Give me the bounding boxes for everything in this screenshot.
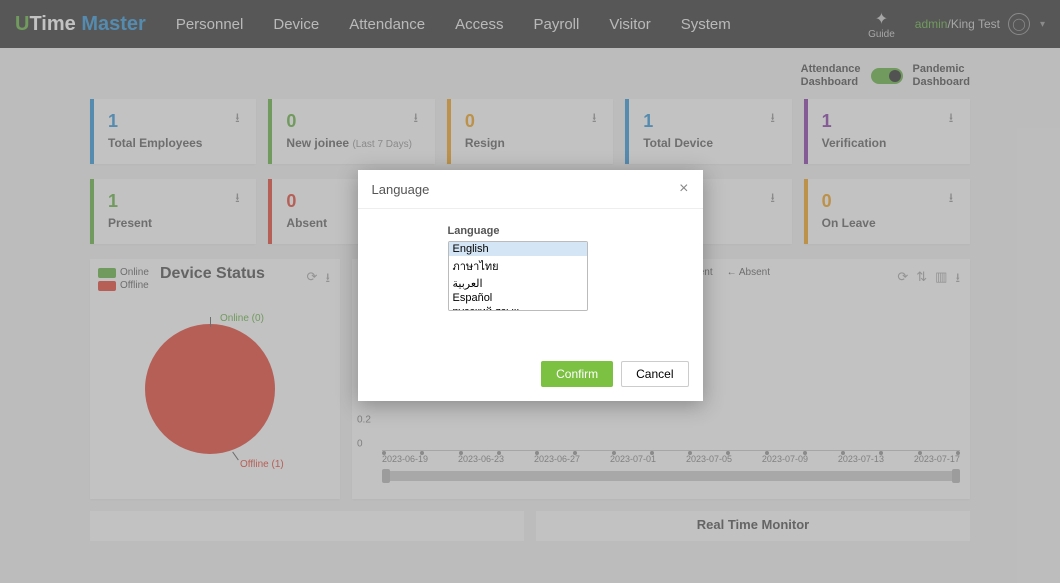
language-option[interactable]: ภาษาไทย [449, 256, 587, 276]
modal-title: Language [372, 182, 430, 197]
language-select[interactable]: English ภาษาไทย العربية Español русский … [448, 241, 588, 311]
modal-body: Language English ภาษาไทย العربية Español… [358, 209, 703, 351]
modal-overlay: Language × Language English ภาษาไทย العر… [0, 0, 1060, 583]
language-option[interactable]: русский язык [449, 305, 587, 311]
language-option[interactable]: Español [449, 291, 587, 305]
language-field-label: Language [448, 225, 673, 237]
confirm-button[interactable]: Confirm [541, 361, 613, 387]
modal-footer: Confirm Cancel [358, 351, 703, 401]
language-option[interactable]: العربية [449, 276, 587, 291]
language-modal: Language × Language English ภาษาไทย العر… [358, 170, 703, 401]
close-icon[interactable]: × [679, 180, 688, 198]
cancel-button[interactable]: Cancel [621, 361, 688, 387]
modal-header: Language × [358, 170, 703, 209]
language-option[interactable]: English [449, 242, 587, 256]
